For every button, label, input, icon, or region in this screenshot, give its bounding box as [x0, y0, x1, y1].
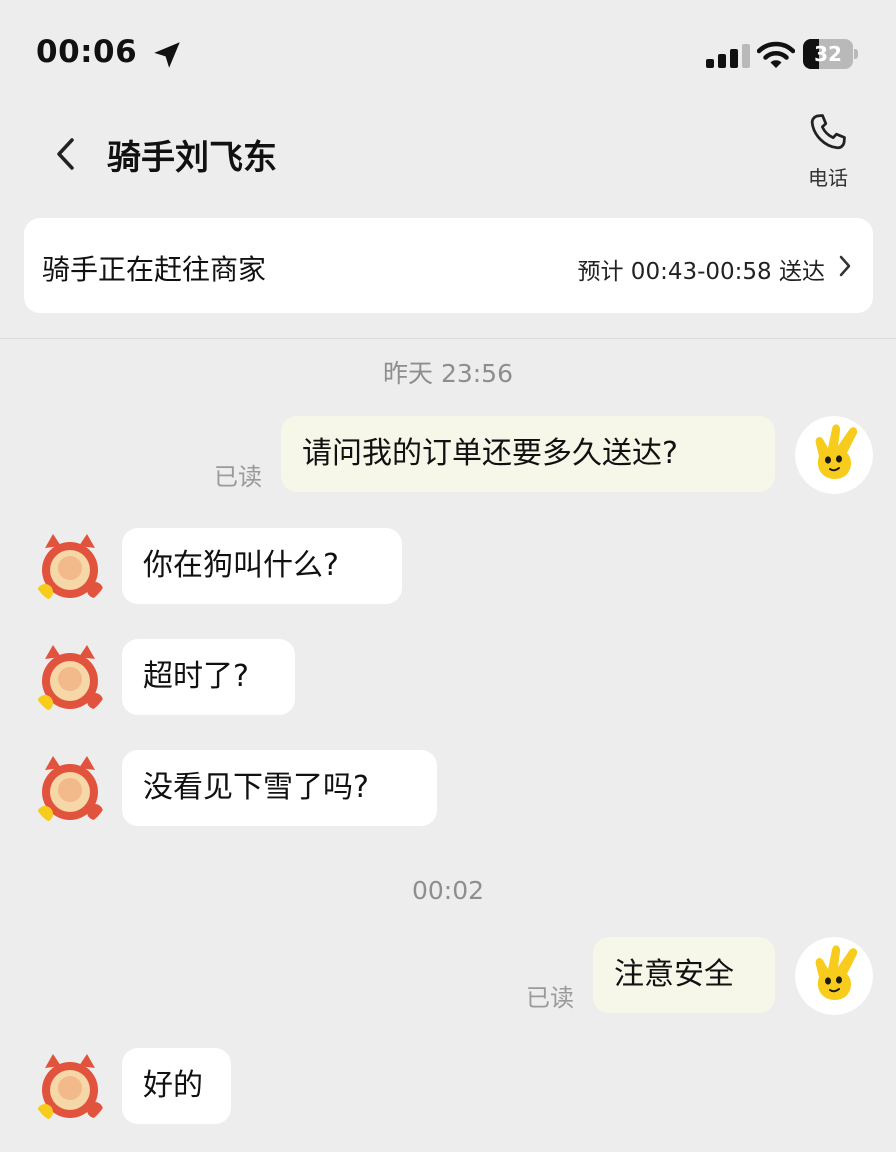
- message-timestamp: 00:02: [411, 876, 485, 905]
- call-button[interactable]: 电话: [798, 110, 858, 194]
- chevron-right-icon: [839, 255, 851, 277]
- signal-icon: [706, 44, 750, 68]
- order-status-card[interactable]: 骑手正在赶往商家 预计 00:43-00:58 送达: [24, 218, 873, 313]
- eta-text: 预计 00:43-00:58 送达: [577, 259, 826, 285]
- rider-status-text: 骑手正在赶往商家: [42, 253, 267, 286]
- back-button[interactable]: [50, 134, 84, 174]
- page-title: 骑手刘飞东: [107, 138, 277, 178]
- rider-avatar[interactable]: [31, 639, 109, 717]
- read-receipt: 已读: [214, 463, 262, 491]
- outgoing-message-bubble[interactable]: 注意安全: [593, 937, 775, 1013]
- message-timestamp: 昨天 23:56: [383, 359, 513, 388]
- user-avatar[interactable]: [795, 937, 873, 1015]
- read-receipt: 已读: [526, 984, 574, 1012]
- wifi-icon: [757, 41, 795, 68]
- incoming-message-bubble[interactable]: 超时了?: [122, 639, 295, 715]
- user-avatar[interactable]: [795, 416, 873, 494]
- rider-avatar[interactable]: [31, 528, 109, 606]
- incoming-message-bubble[interactable]: 好的: [122, 1048, 231, 1124]
- battery-level: 32: [814, 42, 842, 66]
- incoming-message-bubble[interactable]: 没看见下雪了吗?: [122, 750, 437, 826]
- divider: [0, 338, 896, 339]
- rider-avatar[interactable]: [31, 750, 109, 828]
- phone-icon: [810, 114, 846, 150]
- status-time: 00:06: [36, 34, 138, 70]
- outgoing-message-bubble[interactable]: 请问我的订单还要多久送达?: [281, 416, 775, 492]
- call-label: 电话: [808, 166, 848, 190]
- location-arrow-icon: [154, 42, 180, 68]
- rider-avatar[interactable]: [31, 1048, 109, 1126]
- incoming-message-bubble[interactable]: 你在狗叫什么?: [122, 528, 402, 604]
- battery-icon: 32: [803, 39, 859, 69]
